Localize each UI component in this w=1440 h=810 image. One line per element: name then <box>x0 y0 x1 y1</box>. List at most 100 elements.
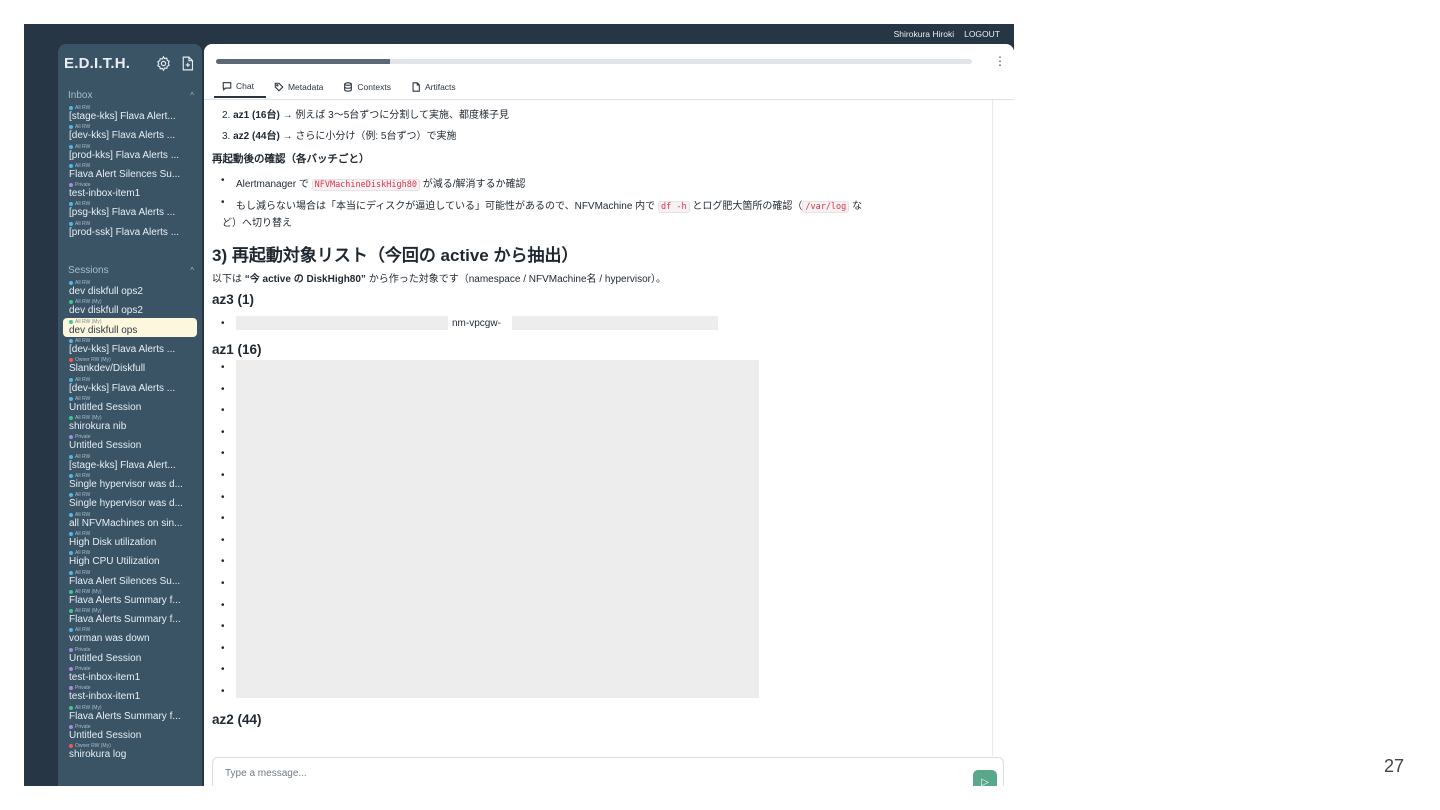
sidebar-item[interactable]: All RW [dev-kks] Flava Alerts ... <box>63 337 197 356</box>
text-run: Alertmanager で <box>236 179 312 190</box>
sidebar-item[interactable]: All RW (My) shirokura nib <box>63 414 197 433</box>
sidebar-item[interactable]: All RW (My) Flava Alerts Summary f... <box>63 704 197 723</box>
sidebar-item-label: Flava Alert Silences Su... <box>69 168 181 180</box>
sidebar-item[interactable]: All RW [psg-kks] Flava Alerts ... <box>63 200 197 219</box>
sidebar-item[interactable]: All RW High CPU Utilization <box>63 549 197 568</box>
status-dot <box>69 512 73 517</box>
chat-icon <box>222 82 232 91</box>
tab-artifacts[interactable]: Artifacts <box>403 76 468 98</box>
sidebar-item-label: [dev-kks] Flava Alerts ... <box>69 343 176 355</box>
sidebar-item-label: test-inbox-item1 <box>69 188 141 200</box>
status-dot <box>69 531 73 536</box>
tab-metadata[interactable]: Metadata <box>266 76 335 98</box>
inbox-header-label: Inbox <box>68 89 93 101</box>
status-dot <box>69 724 73 729</box>
sidebar-item[interactable]: All RW [stage-kks] Flava Alert... <box>63 104 197 123</box>
tab-chat[interactable]: Chat <box>214 76 266 98</box>
app-window: Shirokura Hiroki LOGOUT E.D.I.T.H. Inbox… <box>24 24 1014 786</box>
sidebar-item[interactable]: All RW Untitled Session <box>63 395 197 414</box>
status-dot <box>69 628 73 633</box>
new-file-icon[interactable] <box>178 54 196 72</box>
sidebar-item-label: Flava Alerts Summary f... <box>69 710 181 722</box>
sidebar-item-label: Single hypervisor was d... <box>69 479 183 491</box>
sidebar-item[interactable]: Private test-inbox-item1 <box>63 665 197 684</box>
step-text: → 例えば 3〜5台ずつに分割して実施、都度様子見 <box>279 110 509 121</box>
az2-heading: az2 (44) <box>212 712 262 727</box>
status-dot <box>69 396 73 401</box>
sessions-header[interactable]: Sessions ^ <box>58 261 202 279</box>
gear-icon[interactable] <box>154 54 172 72</box>
tab-contexts[interactable]: Contexts <box>335 76 403 98</box>
tab-contexts-label: Contexts <box>357 82 391 92</box>
sidebar-item[interactable]: All RW Flava Alert Silences Su... <box>63 162 197 181</box>
sidebar-item[interactable]: Private test-inbox-item1 <box>63 684 197 703</box>
status-dot <box>69 202 73 207</box>
access-badge-text: All RW <box>75 395 91 402</box>
sidebar-item[interactable]: Private test-inbox-item1 <box>63 181 197 200</box>
sidebar-item-label: dev diskfull ops2 <box>69 305 143 317</box>
sidebar-item[interactable]: All RW [dev-kks] Flava Alerts ... <box>63 376 197 395</box>
access-badge-text: All RW <box>75 143 91 150</box>
send-button[interactable]: ▷ <box>973 770 997 786</box>
sidebar-item-label: Slankdev/Diskfull <box>69 363 146 375</box>
status-dot <box>69 454 73 459</box>
sidebar-item[interactable]: All RW (My) dev diskfull ops2 <box>63 298 197 317</box>
status-dot <box>69 705 73 710</box>
top-bar: Shirokura Hiroki LOGOUT <box>24 24 1014 44</box>
sidebar-item[interactable]: All RW [stage-kks] Flava Alert... <box>63 453 197 472</box>
session-list: All RW dev diskfull ops2 All RW (My) dev di… <box>58 279 202 761</box>
message-input[interactable] <box>223 767 927 780</box>
az1-heading: az1 (16) <box>212 342 262 357</box>
main-panel: ⋮ Chat Metadata Contexts Artifacts 2. az… <box>204 44 1014 786</box>
sidebar-item[interactable]: All RW (My) dev diskfull ops <box>63 317 197 337</box>
text-run: 以下は <box>212 274 245 285</box>
step-text: → さらに小分け（例: 5台ずつ）で実施 <box>279 131 457 142</box>
sidebar-item[interactable]: All RW (My) Flava Alerts Summary f... <box>63 588 197 607</box>
sidebar-item-label: shirokura log <box>69 749 127 761</box>
sidebar-item[interactable]: All RW [prod-ssk] Flava Alerts ... <box>63 220 197 239</box>
sidebar-item-label: Flava Alerts Summary f... <box>69 594 181 606</box>
sidebar-item[interactable]: All RW all NFVMachines on sin... <box>63 511 197 530</box>
sidebar-item[interactable]: All RW vorman was down <box>63 626 197 645</box>
step-target: az2 (44台) <box>233 131 280 142</box>
page-number: 27 <box>1384 756 1405 776</box>
text-run: もし減らない場合は「本当にディスクが逼迫している」可能性があるので、NFVMac… <box>236 201 658 212</box>
chat-content[interactable]: 2. az1 (16台) → 例えば 3〜5台ずつに分割して実施、都度様子見 3… <box>212 100 993 756</box>
status-dot <box>69 125 73 130</box>
sidebar-item[interactable]: All RW dev diskfull ops2 <box>63 279 197 298</box>
bullet-marker: • <box>221 175 225 186</box>
paragraph: 以下は “今 active の DiskHigh80” から作った対象です（na… <box>212 270 666 285</box>
progress-fill <box>216 59 390 64</box>
access-badge-text: All RW <box>75 162 91 169</box>
sidebar-item[interactable]: All RW Single hypervisor was d... <box>63 472 197 491</box>
redacted-block <box>236 360 759 698</box>
bullet-marker: • <box>221 534 225 546</box>
sidebar-item[interactable]: All RW Flava Alert Silences Su... <box>63 569 197 588</box>
more-options-icon[interactable]: ⋮ <box>994 54 1006 68</box>
inbox-header[interactable]: Inbox ^ <box>58 86 202 104</box>
sidebar-item[interactable]: All RW High Disk utilization <box>63 530 197 549</box>
inbox-list: All RW [stage-kks] Flava Alert... All RW [d… <box>58 104 202 239</box>
bullet-text-continued: ど）へ切り替え <box>222 218 292 229</box>
sidebar-item[interactable]: Owner RW (My) shirokura log <box>63 742 197 761</box>
sidebar-item[interactable]: All RW (My) Flava Alerts Summary f... <box>63 607 197 626</box>
logout-button[interactable]: LOGOUT <box>964 29 1000 39</box>
sidebar-item[interactable]: Private Untitled Session <box>63 723 197 742</box>
sidebar-item[interactable]: Private Untitled Session <box>63 433 197 452</box>
status-dot <box>69 144 73 149</box>
sidebar-item[interactable]: All RW [prod-kks] Flava Alerts ... <box>63 143 197 162</box>
tab-metadata-label: Metadata <box>287 82 324 92</box>
sidebar-item[interactable]: All RW Single hypervisor was d... <box>63 491 197 510</box>
step-line-3: 3. az2 (44台) → さらに小分け（例: 5台ずつ）で実施 <box>222 127 457 142</box>
sidebar-item[interactable]: All RW [dev-kks] Flava Alerts ... <box>63 123 197 142</box>
sidebar-item[interactable]: Owner RW (My) Slankdev/Diskfull <box>63 356 197 375</box>
redacted-block <box>236 316 448 330</box>
sidebar-item-label: shirokura nib <box>69 421 127 433</box>
sessions-header-label: Sessions <box>68 264 109 276</box>
status-dot <box>69 609 73 614</box>
sidebar-item[interactable]: Private Untitled Session <box>63 646 197 665</box>
status-dot <box>69 183 73 188</box>
text-run: から作った対象です（namespace / NFVMachine名 / hype… <box>365 274 667 285</box>
sidebar-item-label: Flava Alerts Summary f... <box>69 614 181 626</box>
tab-bar: Chat Metadata Contexts Artifacts <box>214 76 468 98</box>
